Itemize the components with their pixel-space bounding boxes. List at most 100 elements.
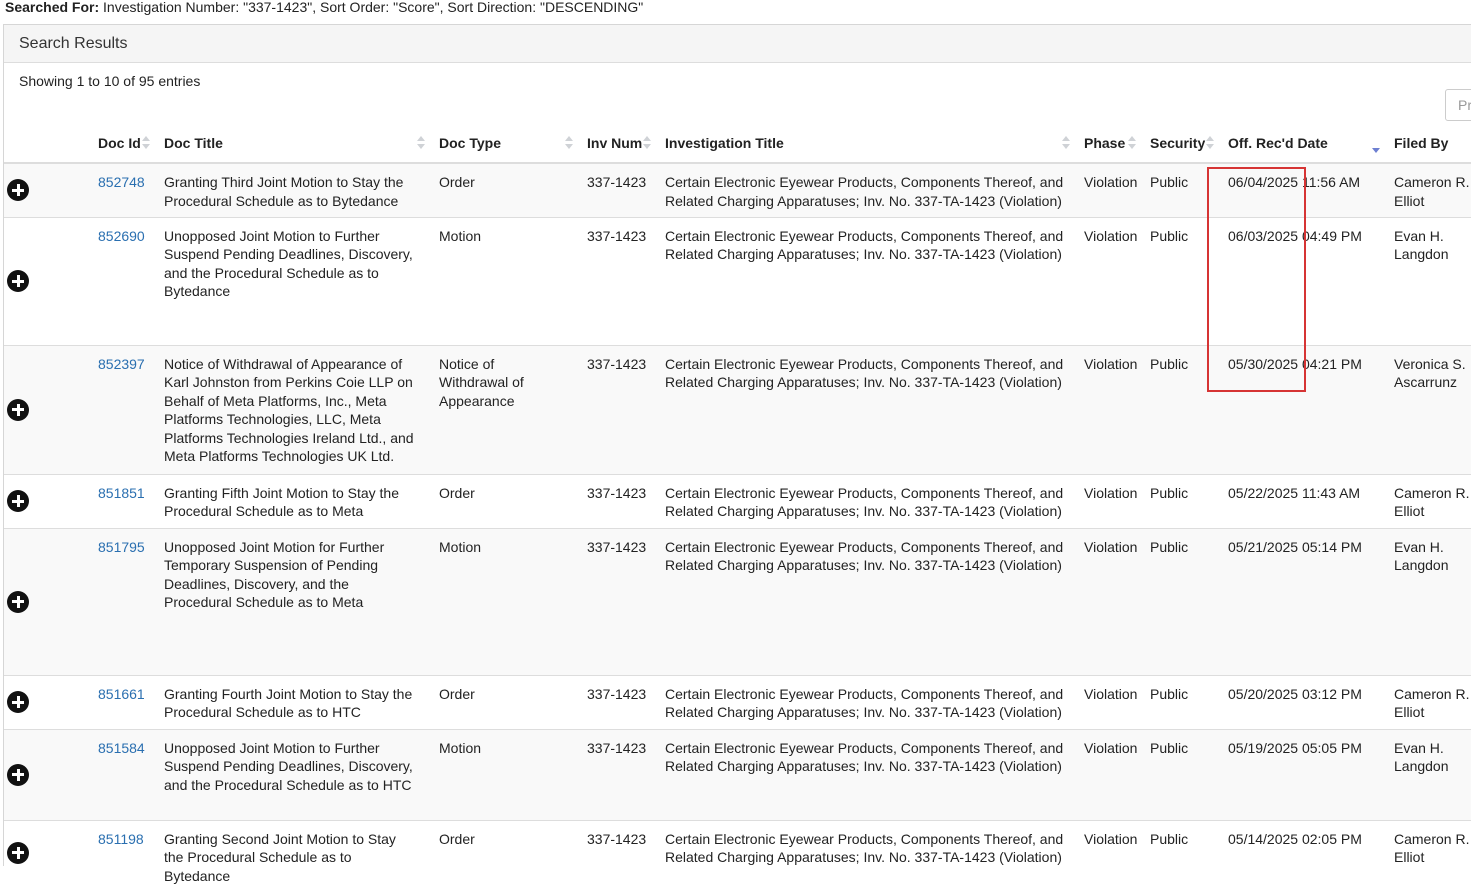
inv-num-cell: 337-1423 (577, 344, 655, 474)
doc-title-cell: Granting Fifth Joint Motion to Stay the … (154, 473, 429, 528)
plus-circle-icon[interactable] (7, 691, 29, 713)
column-header-inv-num[interactable]: Inv Num (577, 123, 655, 164)
doc-id-link[interactable]: 851584 (98, 740, 145, 756)
inv-num-cell: 337-1423 (577, 473, 655, 528)
plus-circle-icon[interactable] (7, 179, 29, 202)
column-header-doc-id[interactable]: Doc Id (88, 123, 154, 164)
expand-row-control[interactable] (4, 819, 88, 885)
expand-row-control[interactable] (4, 473, 88, 528)
doc-type-cell: Motion (429, 216, 577, 345)
recd-date-cell: 05/14/2025 02:05 PM (1218, 819, 1384, 885)
inv-num-cell: 337-1423 (577, 162, 655, 217)
doc-id-link[interactable]: 852690 (98, 228, 145, 244)
doc-id-link[interactable]: 851661 (98, 686, 145, 702)
column-header-investigation-title[interactable]: Investigation Title (655, 123, 1074, 164)
filed-by-cell: Evan H. Langdon (1384, 527, 1471, 675)
investigation-title-cell: Certain Electronic Eyewear Products, Com… (655, 527, 1074, 675)
security-cell: Public (1140, 344, 1218, 474)
expand-row-control[interactable] (4, 674, 88, 729)
sort-icon (565, 136, 573, 152)
plus-circle-icon[interactable] (7, 590, 29, 613)
doc-type-cell: Order (429, 162, 577, 217)
expand-row-control[interactable] (4, 344, 88, 474)
doc-type-cell: Order (429, 819, 577, 885)
expand-row-control[interactable] (4, 728, 88, 820)
recd-date-cell: 06/04/2025 11:56 AM (1218, 162, 1384, 217)
expand-row-control[interactable] (4, 216, 88, 345)
expand-row-control[interactable] (4, 162, 88, 217)
doc-id-link[interactable]: 851795 (98, 539, 145, 555)
doc-type-cell: Motion (429, 728, 577, 820)
previous-page-button[interactable]: Pr (1445, 89, 1471, 121)
inv-num-cell: 337-1423 (577, 527, 655, 675)
search-summary-text: Investigation Number: "337-1423", Sort O… (99, 0, 644, 15)
phase-cell: Violation (1074, 344, 1140, 474)
search-summary: Searched For: Investigation Number: "337… (5, 0, 643, 14)
search-results-panel: Search Results Showing 1 to 10 of 95 ent… (3, 24, 1471, 885)
table-row: 852397 Notice of Withdrawal of Appearance… (4, 344, 1471, 474)
phase-cell: Violation (1074, 728, 1140, 820)
investigation-title-cell: Certain Electronic Eyewear Products, Com… (655, 674, 1074, 729)
column-header-doc-type[interactable]: Doc Type (429, 123, 577, 164)
doc-id-link[interactable]: 851198 (98, 831, 144, 847)
doc-type-cell: Motion (429, 527, 577, 675)
doc-id-cell: 852690 (88, 216, 154, 345)
column-header-security[interactable]: Security (1140, 123, 1218, 164)
investigation-title-cell: Certain Electronic Eyewear Products, Com… (655, 216, 1074, 345)
security-cell: Public (1140, 674, 1218, 729)
column-header-phase[interactable]: Phase (1074, 123, 1140, 164)
filed-by-cell: Evan H. Langdon (1384, 728, 1471, 820)
table-row: 851198 Granting Second Joint Motion to St… (4, 819, 1471, 885)
doc-title-cell: Notice of Withdrawal of Appearance of Ka… (154, 344, 429, 474)
table-row: 852748 Granting Third Joint Motion to Sta… (4, 162, 1471, 217)
phase-cell: Violation (1074, 819, 1140, 885)
recd-date-cell: 05/22/2025 11:43 AM (1218, 473, 1384, 528)
doc-type-cell: Order (429, 674, 577, 729)
doc-id-link[interactable]: 852397 (98, 356, 145, 372)
entries-info: Showing 1 to 10 of 95 entries (19, 73, 201, 89)
recd-date-cell: 06/03/2025 04:49 PM (1218, 216, 1384, 345)
investigation-title-cell: Certain Electronic Eyewear Products, Com… (655, 344, 1074, 474)
recd-date-cell: 05/20/2025 03:12 PM (1218, 674, 1384, 729)
plus-circle-icon[interactable] (7, 270, 29, 292)
expand-row-control[interactable] (4, 527, 88, 675)
phase-cell: Violation (1074, 473, 1140, 528)
doc-id-link[interactable]: 851851 (98, 485, 145, 501)
recd-date-cell: 05/19/2025 05:05 PM (1218, 728, 1384, 820)
inv-num-cell: 337-1423 (577, 728, 655, 820)
filed-by-cell: Evan H. Langdon (1384, 216, 1471, 345)
doc-id-cell: 851584 (88, 728, 154, 820)
investigation-title-cell: Certain Electronic Eyewear Products, Com… (655, 162, 1074, 217)
table-row: 851661 Granting Fourth Joint Motion to St… (4, 674, 1471, 729)
investigation-title-cell: Certain Electronic Eyewear Products, Com… (655, 473, 1074, 528)
table-row: 851795 Unopposed Joint Motion for Further… (4, 527, 1471, 675)
investigation-title-cell: Certain Electronic Eyewear Products, Com… (655, 819, 1074, 885)
inv-num-cell: 337-1423 (577, 819, 655, 885)
inv-num-cell: 337-1423 (577, 674, 655, 729)
plus-circle-icon[interactable] (7, 490, 29, 512)
plus-circle-icon[interactable] (7, 841, 29, 864)
table-row: 851584 Unopposed Joint Motion to Further … (4, 728, 1471, 820)
column-header-filed-by[interactable]: Filed By (1384, 123, 1471, 164)
doc-id-link[interactable]: 852748 (98, 174, 145, 190)
plus-circle-icon[interactable] (7, 763, 29, 786)
column-header-off-recd-date[interactable]: Off. Rec'd Date (1218, 123, 1384, 164)
inv-num-cell: 337-1423 (577, 216, 655, 345)
plus-circle-icon[interactable] (7, 398, 29, 421)
column-header-doc-title[interactable]: Doc Title (154, 123, 429, 164)
sort-desc-icon (1372, 136, 1380, 153)
table-row: 851851 Granting Fifth Joint Motion to Sta… (4, 473, 1471, 528)
security-cell: Public (1140, 819, 1218, 885)
table-row: 852690 Unopposed Joint Motion to Further … (4, 216, 1471, 345)
doc-id-cell: 851851 (88, 473, 154, 528)
security-cell: Public (1140, 473, 1218, 528)
security-cell: Public (1140, 527, 1218, 675)
investigation-title-cell: Certain Electronic Eyewear Products, Com… (655, 728, 1074, 820)
panel-title: Search Results (4, 25, 1471, 63)
doc-id-cell: 851795 (88, 527, 154, 675)
doc-id-cell: 851661 (88, 674, 154, 729)
doc-title-cell: Unopposed Joint Motion to Further Suspen… (154, 728, 429, 820)
doc-type-cell: Order (429, 473, 577, 528)
doc-type-cell: Notice of Withdrawal of Appearance (429, 344, 577, 474)
filed-by-cell: Cameron R. Elliot (1384, 162, 1471, 217)
